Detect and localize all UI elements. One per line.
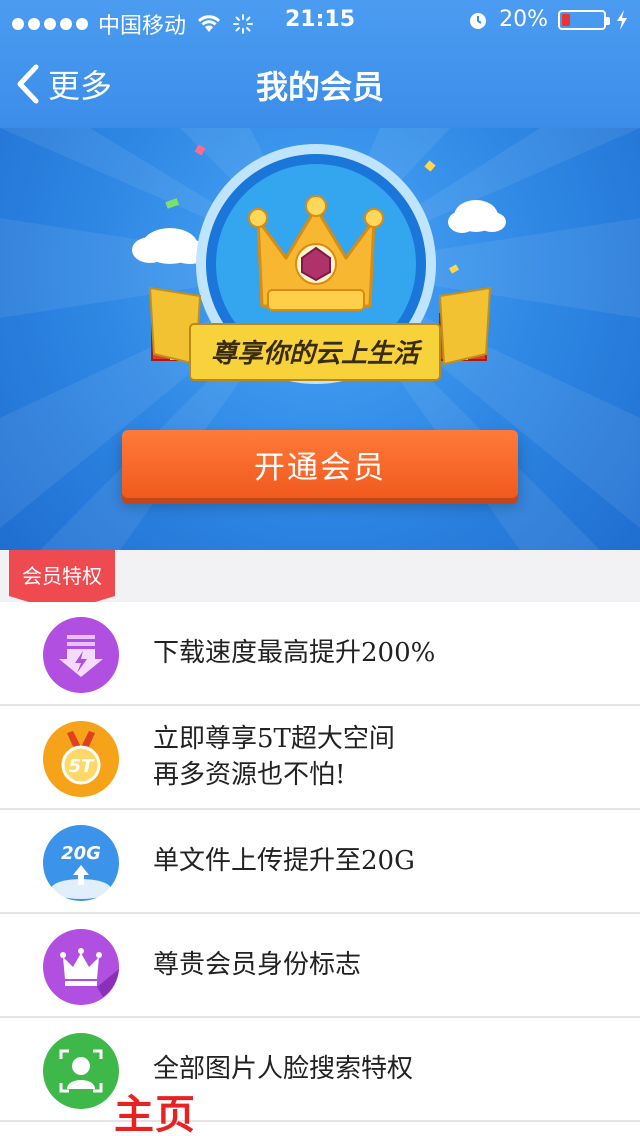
alarm-clock-icon: [470, 12, 487, 29]
charging-bolt-icon: [617, 9, 627, 30]
app-root: 中国移动 21:15 20% 更多 我的会员 尊享你的云上生活 开通会员 会员特…: [0, 0, 640, 1136]
privilege-line: 尊贵会员身份标志: [153, 950, 362, 980]
privilege-item-upload-20g[interactable]: 20G 单文件上传提升至20G: [0, 810, 640, 914]
privilege-line: 单文件上传提升至20G: [153, 846, 415, 876]
membership-banner: 尊享你的云上生活 开通会员: [0, 128, 640, 550]
privileges-section: 会员特权 下载速度最高提升200% 5T 立即尊享5T超大空间 再多资源也不怕!…: [0, 550, 640, 1136]
privilege-item-vip-badge[interactable]: 尊贵会员身份标志: [0, 914, 640, 1018]
crown-badge-icon: [43, 929, 119, 1005]
download-speed-icon: [43, 617, 119, 693]
ribbon-text: 尊享你的云上生活: [211, 339, 423, 369]
status-bar: 中国移动 21:15 20%: [0, 0, 640, 40]
privilege-line-2: 再多资源也不怕!: [153, 760, 346, 790]
chevron-left-icon: [17, 64, 39, 104]
battery-icon: [558, 9, 610, 30]
privilege-text: 尊贵会员身份标志: [153, 947, 361, 983]
privilege-text: 单文件上传提升至20G: [153, 843, 415, 879]
5t-medal-icon: 5T: [43, 721, 119, 797]
privileges-list: 下载速度最高提升200% 5T 立即尊享5T超大空间 再多资源也不怕! 20G …: [0, 602, 640, 1122]
back-button[interactable]: 更多: [14, 60, 112, 108]
open-membership-button[interactable]: 开通会员: [122, 430, 518, 498]
privilege-item-5t-space[interactable]: 5T 立即尊享5T超大空间 再多资源也不怕!: [0, 706, 640, 810]
top-bar: 中国移动 21:15 20% 更多 我的会员: [0, 0, 640, 128]
privileges-tag-label: 会员特权: [22, 564, 102, 588]
face-search-icon: [43, 1033, 119, 1109]
watermark-text: 主页_www.dedebaibian.com: [114, 1092, 196, 1136]
privilege-item-download-speed[interactable]: 下载速度最高提升200%: [0, 602, 640, 706]
privilege-line: 立即尊享5T超大空间: [153, 724, 395, 754]
upload-badge-text: 20G: [61, 843, 101, 864]
privileges-header: 会员特权: [0, 550, 640, 612]
battery-percent: 20%: [499, 7, 548, 32]
status-right: 20%: [467, 7, 628, 32]
navigation-bar: 更多 我的会员: [0, 40, 640, 128]
upload-20g-icon: 20G: [43, 825, 119, 901]
battery-level-fill: [562, 13, 570, 26]
back-label: 更多: [48, 67, 113, 105]
privilege-text: 下载速度最高提升200%: [153, 635, 435, 671]
medal-badge-text: 5T: [69, 756, 96, 777]
privilege-text: 立即尊享5T超大空间 再多资源也不怕!: [153, 721, 395, 793]
privilege-line: 下载速度最高提升200%: [153, 638, 436, 668]
